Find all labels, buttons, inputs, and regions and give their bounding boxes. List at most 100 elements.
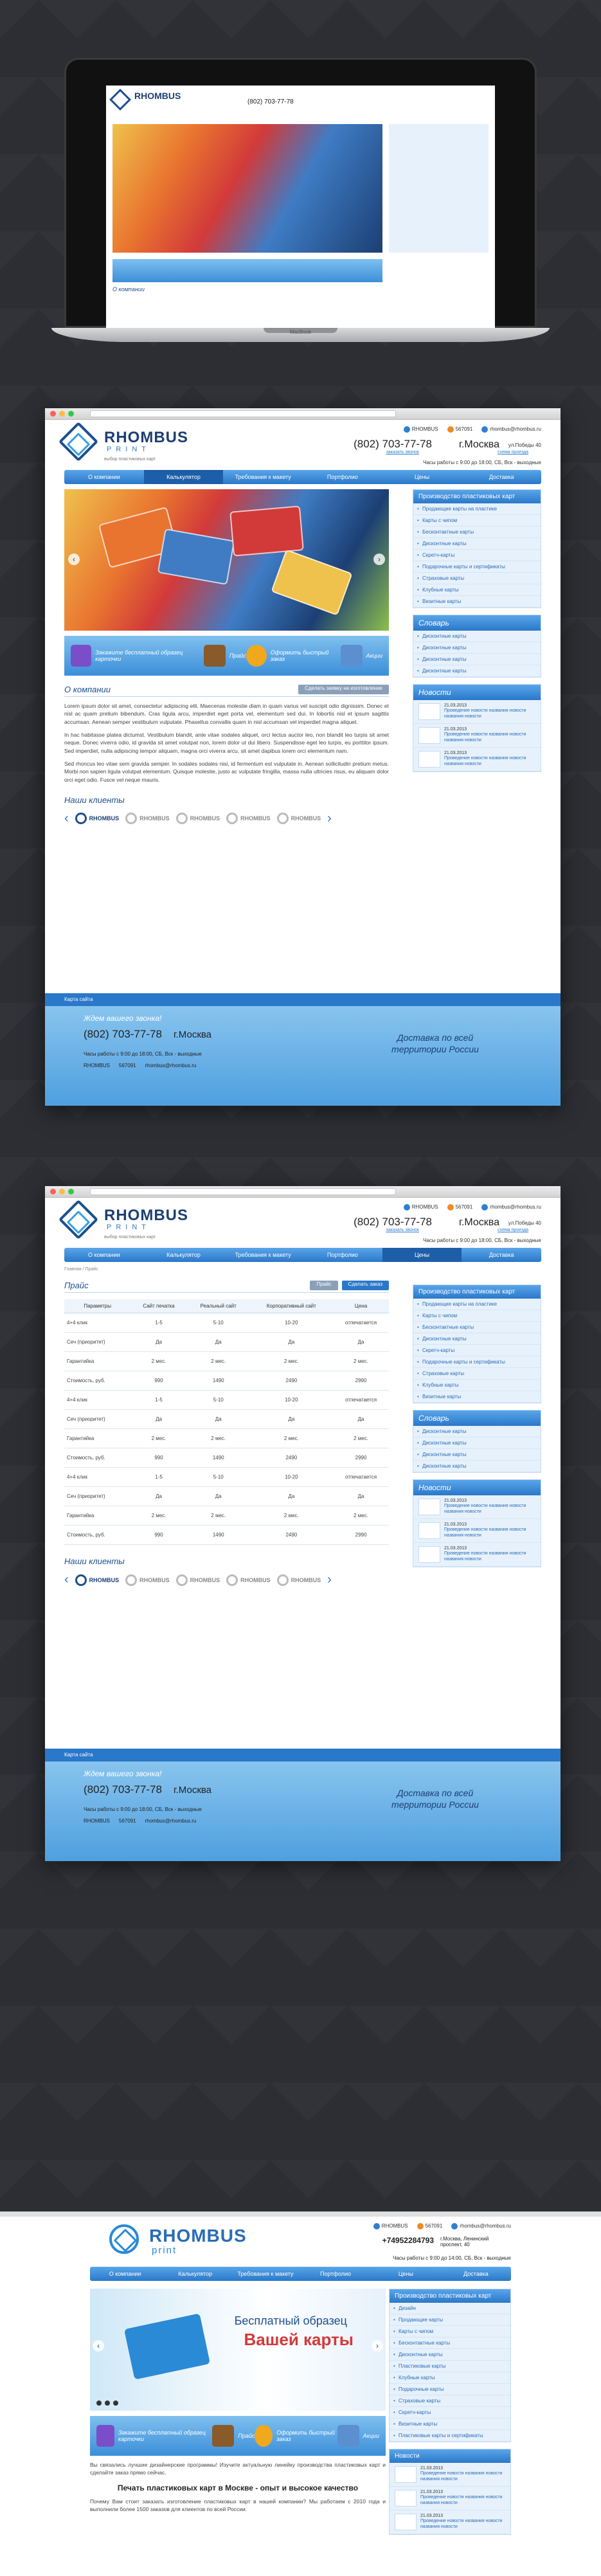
nav-item-prices[interactable]: Цены xyxy=(371,2271,441,2277)
client-logo[interactable]: RHOMBUS xyxy=(125,813,170,825)
catalog-item[interactable]: Пластиковые карты и сертификаты xyxy=(390,2430,510,2442)
clients-prev-icon[interactable]: ‹ xyxy=(64,1572,69,1587)
skype-contact[interactable]: RHOMBUS xyxy=(403,426,438,433)
client-logo[interactable]: RHOMBUS xyxy=(75,813,119,825)
nav-item-calculator[interactable]: Калькулятор xyxy=(144,1252,224,1258)
pager-dot[interactable] xyxy=(113,2400,118,2406)
promo-quick-order[interactable]: Оформить быстрый заказ xyxy=(255,2425,337,2447)
icq-contact[interactable]: 567091 xyxy=(417,2223,442,2229)
catalog-item[interactable]: Визитные карты xyxy=(413,1391,541,1403)
news-item[interactable]: 21.03.2013 Проведение новости названия но… xyxy=(390,2510,510,2534)
sitemap-link[interactable]: Карта сайта xyxy=(45,993,561,1006)
nav-item-requirements[interactable]: Требования к макету xyxy=(223,474,303,480)
catalog-item[interactable]: Клубные карты xyxy=(390,2372,510,2384)
clients-next-icon[interactable]: › xyxy=(327,811,332,826)
catalog-item[interactable]: Страховые карты xyxy=(413,573,541,584)
nav-item-portfolio[interactable]: Портфолио xyxy=(303,474,382,480)
icq-contact[interactable]: 567091 xyxy=(447,426,472,433)
logo-word[interactable]: RHOMBUS xyxy=(104,429,188,447)
catalog-item[interactable]: Пластиковые карты xyxy=(390,2361,510,2372)
catalog-item[interactable]: Дисконтные карты xyxy=(413,1333,541,1345)
glossary-item[interactable]: Дисконтные карты xyxy=(413,1461,541,1472)
catalog-item[interactable]: Визитные карты xyxy=(390,2418,510,2430)
nav-item-about[interactable]: О компании xyxy=(90,2271,160,2277)
news-item[interactable]: 21.03.2013 Проведение новости названия но… xyxy=(390,2487,510,2510)
footer-icq[interactable]: 567091 xyxy=(119,1818,136,1824)
news-item[interactable]: 21.03.2013 Проведение новости названия но… xyxy=(413,748,541,771)
promo-price[interactable]: Прайс xyxy=(203,645,246,667)
news-item[interactable]: 21.03.2013 Проведение новости названия но… xyxy=(413,1543,541,1567)
catalog-item[interactable]: Бесконтактные карты xyxy=(390,2337,510,2349)
close-window-icon[interactable] xyxy=(50,1189,56,1194)
client-logo[interactable]: RHOMBUS xyxy=(226,1574,271,1586)
promo-free-sample[interactable]: Закажите бесплатный образец карточки xyxy=(71,645,204,667)
logo-icon[interactable] xyxy=(58,421,99,462)
catalog-item[interactable]: Подарочные карты и сертификаты xyxy=(413,561,541,573)
client-logo[interactable]: RHOMBUS xyxy=(75,1574,119,1586)
icq-contact[interactable]: 567091 xyxy=(447,1204,472,1211)
sitemap-link[interactable]: Карта сайта xyxy=(45,1749,561,1761)
slider-prev-icon[interactable]: ‹ xyxy=(93,2340,104,2352)
callback-link[interactable]: заказать звонок xyxy=(386,450,419,455)
catalog-item[interactable]: Карты с чипом xyxy=(413,515,541,527)
catalog-item[interactable]: Бесконтактные карты xyxy=(413,1322,541,1333)
map-link[interactable]: схема проезда xyxy=(498,1228,528,1232)
logo-word[interactable]: RHOMBUS xyxy=(104,1207,188,1225)
nav-item-about[interactable]: О компании xyxy=(64,1252,144,1258)
catalog-item[interactable]: Скретч-карты xyxy=(390,2407,510,2418)
client-logo[interactable]: RHOMBUS xyxy=(276,813,321,825)
promo-sales[interactable]: Акции xyxy=(340,645,382,667)
catalog-item[interactable]: Скретч-карты xyxy=(413,1345,541,1356)
catalog-item[interactable]: Клубные карты xyxy=(413,584,541,596)
catalog-item[interactable]: Подарочные карты xyxy=(390,2384,510,2395)
pager-dot[interactable] xyxy=(105,2400,110,2406)
glossary-item[interactable]: Дисконтные карты xyxy=(413,1437,541,1449)
catalog-item[interactable]: Страховые карты xyxy=(413,1368,541,1380)
minimize-window-icon[interactable] xyxy=(59,1189,65,1194)
glossary-item[interactable]: Дисконтные карты xyxy=(413,654,541,665)
skype-contact[interactable]: RHOMBUS xyxy=(373,2223,408,2229)
client-logo[interactable]: RHOMBUS xyxy=(276,1574,321,1586)
client-logo[interactable]: RHOMBUS xyxy=(226,813,271,825)
footer-email[interactable]: rhombus@rhombus.ru xyxy=(145,1818,197,1824)
nav-item-delivery[interactable]: Доставка xyxy=(441,2271,511,2277)
nav-item-portfolio[interactable]: Портфолио xyxy=(303,1252,382,1258)
promo-quick-order[interactable]: Оформить быстрый заказ xyxy=(246,645,341,667)
maximize-window-icon[interactable] xyxy=(68,411,74,417)
news-item[interactable]: 21.03.2013 Проведение новости названия но… xyxy=(413,1519,541,1543)
glossary-item[interactable]: Дисконтные карты xyxy=(413,1426,541,1437)
catalog-item[interactable]: Бесконтактные карты xyxy=(413,527,541,538)
news-item[interactable]: 21.03.2013 Проведение новости названия но… xyxy=(413,724,541,748)
nav-item-calculator[interactable]: Калькулятор xyxy=(160,2271,230,2277)
glossary-item[interactable]: Дисконтные карты xyxy=(413,1449,541,1461)
catalog-item[interactable]: Визитные карты xyxy=(413,596,541,608)
footer-icq[interactable]: 567091 xyxy=(119,1063,136,1068)
nav-item-requirements[interactable]: Требования к макету xyxy=(223,1252,303,1258)
footer-skype[interactable]: RHOMBUS xyxy=(84,1818,110,1824)
catalog-item[interactable]: Дизайн xyxy=(390,2303,510,2314)
catalog-item[interactable]: Продающие карты xyxy=(390,2314,510,2326)
order-chip[interactable]: Сделать заявку на изготовление xyxy=(298,685,389,694)
email-contact[interactable]: rhombus@rhombus.ru xyxy=(451,2223,511,2229)
catalog-item[interactable]: Страховые карты xyxy=(390,2395,510,2407)
catalog-item[interactable]: Клубные карты xyxy=(413,1380,541,1391)
url-bar[interactable] xyxy=(90,410,397,417)
client-logo[interactable]: RHOMBUS xyxy=(175,813,220,825)
catalog-item[interactable]: Продающие карты на пластике xyxy=(413,1299,541,1310)
catalog-item[interactable]: Скретч-карты xyxy=(413,550,541,561)
clients-prev-icon[interactable]: ‹ xyxy=(64,811,69,826)
slider-prev-icon[interactable]: ‹ xyxy=(68,554,80,565)
nav-item-requirements[interactable]: Требования к макету xyxy=(230,2271,300,2277)
catalog-item[interactable]: Карты с чипом xyxy=(413,1310,541,1322)
email-contact[interactable]: rhombus@rhombus.ru xyxy=(481,1204,541,1211)
close-window-icon[interactable] xyxy=(50,411,56,417)
logo-icon[interactable] xyxy=(58,1199,99,1240)
glossary-item[interactable]: Дисконтные карты xyxy=(413,631,541,642)
logo-icon[interactable] xyxy=(109,2224,139,2254)
glossary-item[interactable]: Дисконтные карты xyxy=(413,665,541,677)
nav-item-portfolio[interactable]: Портфолио xyxy=(301,2271,371,2277)
url-bar[interactable] xyxy=(90,1188,397,1195)
map-link[interactable]: схема проезда xyxy=(498,450,528,455)
clients-next-icon[interactable]: › xyxy=(327,1572,332,1587)
footer-email[interactable]: rhombus@rhombus.ru xyxy=(145,1063,197,1068)
